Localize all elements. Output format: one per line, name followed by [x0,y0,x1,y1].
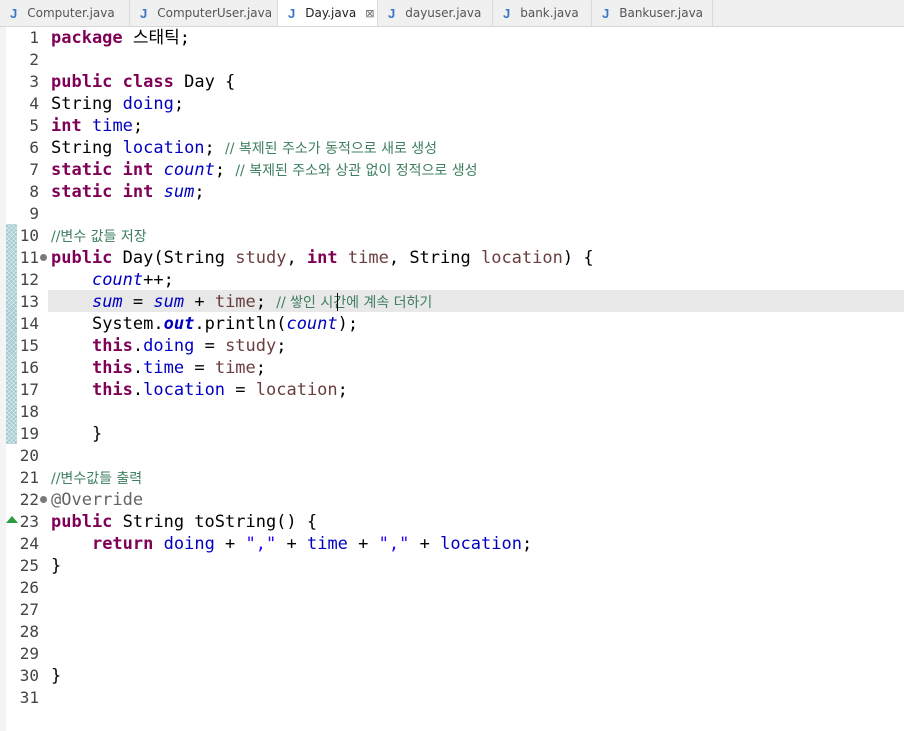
line-number: 5 [29,116,39,135]
code-area[interactable]: package 스태틱; public class Day { String d… [48,27,904,731]
close-tab-icon[interactable]: ⊠ [365,8,374,19]
line-number: 20 [19,446,39,465]
line-number: 19 [19,424,39,443]
tab-label: bank.java [520,6,579,20]
tab-computeruser-java[interactable]: J ComputerUser.java [130,0,278,26]
code-line-19: } [91,424,103,444]
line-number: 30 [19,666,39,685]
tab-computer-java[interactable]: J Computer.java [0,0,130,26]
line-number: 24 [19,534,39,553]
line-number: 2 [29,50,39,69]
line-number: 11 [19,248,39,267]
line-number: 26 [19,578,39,597]
line-number: 8 [29,182,39,201]
override-marker-icon[interactable] [6,516,18,523]
line-number: 1 [29,28,39,47]
line-number: 13 [19,292,39,311]
line-number: 6 [29,138,39,157]
code-line-5: int time; [51,116,144,136]
line-number: 15 [19,336,39,355]
quick-diff-change-marker [6,224,17,444]
tab-label: dayuser.java [405,6,482,20]
tab-day-java[interactable]: J Day.java ⊠ [278,0,378,26]
line-number: 7 [29,160,39,179]
code-line-17: this.location = location; [91,380,348,400]
code-line-16: this.time = time; [91,358,267,378]
code-line-7: static int count; // 복제된 주소와 상관 없이 정적으로 … [51,160,478,180]
line-number: 3 [29,72,39,91]
java-file-icon: J [388,5,396,21]
tab-label: Computer.java [27,6,115,20]
line-number: 12 [19,270,39,289]
code-line-10: //변수 값들 저장 [51,229,147,245]
code-line-21: //변수값들 출력 [51,471,143,487]
code-line-6: String location; // 복제된 주소가 동적으로 새로 생성 [51,138,438,158]
line-number: 22 [19,490,39,509]
tab-label: Bankuser.java [619,6,704,20]
line-number: 31 [19,688,39,707]
fold-toggle-icon[interactable] [40,496,47,503]
line-number: 16 [19,358,39,377]
tab-label: ComputerUser.java [157,6,273,20]
line-number: 23 [19,512,39,531]
code-line-13: sum = sum + time; // 쌓인 시간에 계속 더하기 [91,292,433,312]
code-line-15: this.doing = study; [91,336,287,356]
line-number: 4 [29,94,39,113]
code-line-11: public Day(String study, int time, Strin… [51,248,594,268]
line-number: 18 [19,402,39,421]
java-file-icon: J [602,5,610,21]
code-line-12: count++; [91,270,174,290]
java-file-icon: J [503,5,511,21]
code-line-14: System.out.println(count); [91,314,359,334]
code-line-25: } [51,556,62,576]
tab-bankuser-java[interactable]: J Bankuser.java [592,0,713,26]
java-file-icon: J [10,5,18,21]
code-line-22: @Override [51,490,144,510]
line-number: 14 [19,314,39,333]
code-line-24: return doing + "," + time + "," + locati… [91,534,533,554]
editor-tab-bar: J Computer.java J ComputerUser.java J Da… [0,0,904,27]
code-line-23: public String toString() { [51,512,318,532]
java-editor[interactable]: J Computer.java J ComputerUser.java J Da… [0,0,904,731]
line-number: 27 [19,600,39,619]
java-file-icon: J [288,5,296,21]
code-line-1: package 스태틱; [51,28,191,48]
text-cursor [337,293,338,311]
tab-label: Day.java [305,6,357,20]
line-number: 29 [19,644,39,663]
java-file-icon: J [140,5,148,21]
line-number: 9 [29,204,39,223]
tab-dayuser-java[interactable]: J dayuser.java [378,0,493,26]
line-number: 10 [19,226,39,245]
code-line-30: } [51,666,62,686]
line-number: 21 [19,468,39,487]
code-line-8: static int sum; [51,182,205,202]
line-number: 28 [19,622,39,641]
fold-toggle-icon[interactable] [40,254,47,261]
line-number: 25 [19,556,39,575]
tab-bank-java[interactable]: J bank.java [493,0,592,26]
line-number: 17 [19,380,39,399]
code-line-4: String doing; [51,94,185,114]
code-line-3: public class Day { [51,72,236,92]
